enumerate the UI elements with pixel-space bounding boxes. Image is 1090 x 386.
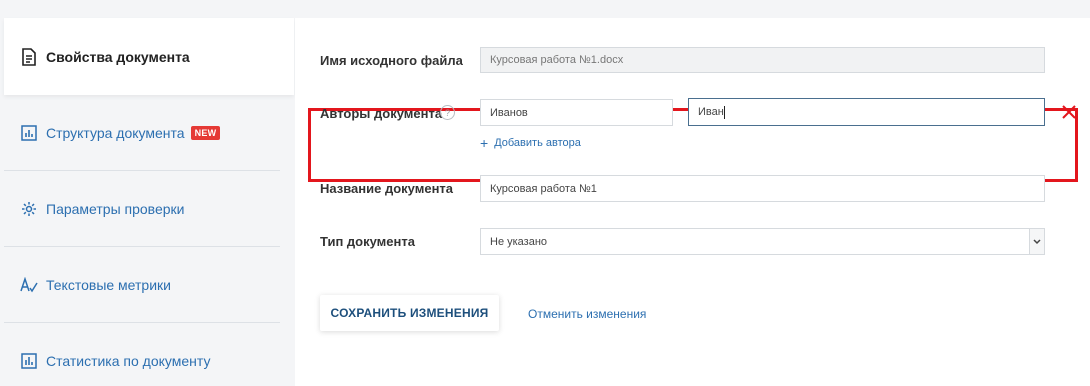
top-strip [0, 0, 1090, 14]
document-type-label: Тип документа [320, 234, 415, 249]
author-first-name-input[interactable]: Иван [688, 98, 1045, 126]
bar-chart-icon [20, 352, 38, 370]
remove-author-icon[interactable] [1060, 103, 1078, 121]
add-author-link[interactable]: + Добавить автора [480, 136, 581, 150]
gear-icon [20, 200, 38, 218]
chevron-down-icon [1029, 229, 1044, 254]
authors-label: Авторы документа [320, 106, 443, 121]
page: Свойства документа Структура документа N… [0, 0, 1090, 386]
sidebar-item-document-properties[interactable]: Свойства документа [4, 18, 294, 95]
document-type-value: Не указано [490, 235, 548, 248]
save-changes-button[interactable]: СОХРАНИТЬ ИЗМЕНЕНИЯ [320, 295, 499, 331]
add-author-label: Добавить автора [494, 137, 581, 149]
author-last-name-input[interactable]: Иванов [480, 99, 673, 126]
source-file-label: Имя исходного файла [320, 53, 463, 68]
document-properties-panel: Имя исходного файла Курсовая работа №1.d… [295, 18, 1090, 386]
text-caret [723, 105, 725, 119]
sidebar-item-label: Текстовые метрики [46, 276, 171, 293]
help-icon[interactable]: ? [440, 105, 455, 120]
cancel-changes-link[interactable]: Отменить изменения [528, 307, 646, 321]
document-title-label: Название документа [320, 181, 454, 196]
sidebar-item-label: Свойства документа [46, 48, 190, 65]
document-icon [20, 47, 38, 66]
sidebar: Свойства документа Структура документа N… [0, 18, 295, 386]
sidebar-item-text-metrics[interactable]: Текстовые метрики [4, 247, 280, 322]
author-first-name-value: Иван [698, 106, 724, 118]
document-type-select[interactable]: Не указано [480, 228, 1045, 255]
sidebar-item-document-structure[interactable]: Структура документа NEW [4, 95, 280, 170]
plus-icon: + [480, 135, 489, 151]
sidebar-item-label: Структура документа [46, 124, 185, 141]
document-title-input[interactable]: Курсовая работа №1 [480, 175, 1045, 202]
source-file-field: Курсовая работа №1.docx [480, 47, 1045, 73]
sidebar-item-document-statistics[interactable]: Статистика по документу [4, 323, 280, 386]
sidebar-item-label: Статистика по документу [46, 352, 211, 369]
text-metrics-icon [20, 276, 38, 294]
sidebar-item-check-parameters[interactable]: Параметры проверки [4, 171, 280, 246]
structure-chart-icon [20, 124, 38, 142]
new-badge: NEW [190, 125, 221, 140]
sidebar-item-label: Параметры проверки [46, 200, 185, 217]
